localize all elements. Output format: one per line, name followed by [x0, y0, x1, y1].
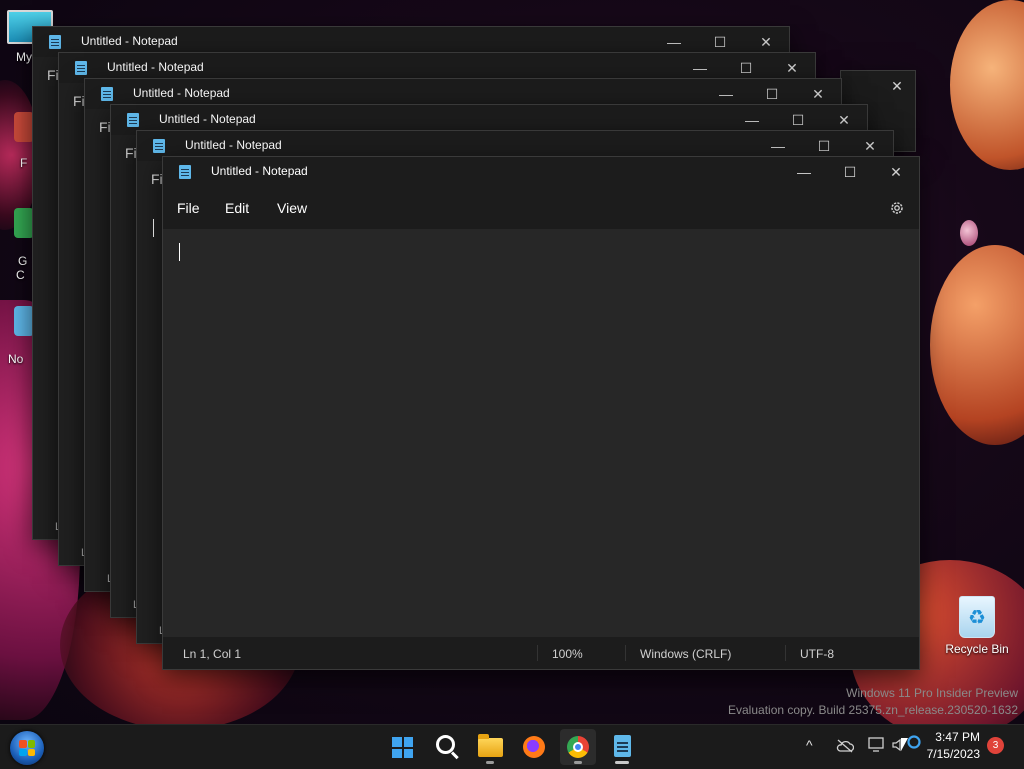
- notepad-window-active[interactable]: Untitled - Notepad — ☐ ✕ File Edit View …: [162, 156, 920, 670]
- desktop-icon-label: G: [18, 254, 28, 268]
- wallpaper-shape: [950, 0, 1024, 170]
- start-button[interactable]: [384, 729, 420, 765]
- desktop-icon-partial[interactable]: [14, 112, 34, 142]
- desktop-icon-label: F: [20, 156, 28, 170]
- gear-icon[interactable]: [889, 200, 905, 216]
- status-bar: Ln 1, Col 1 100% Windows (CRLF) UTF-8: [163, 637, 919, 669]
- status-divider: [537, 645, 538, 661]
- file-explorer-button[interactable]: [472, 729, 508, 765]
- menu-file[interactable]: Fi: [47, 67, 59, 83]
- search-icon: [436, 735, 455, 754]
- menu-edit[interactable]: Edit: [225, 200, 249, 216]
- text-editor[interactable]: [163, 229, 919, 637]
- running-indicator: [574, 761, 582, 764]
- start-orb-icon[interactable]: [10, 731, 44, 765]
- desktop-icon-partial[interactable]: [14, 208, 34, 238]
- window-title: Untitled - Notepad: [107, 60, 204, 74]
- menu-file[interactable]: File: [177, 200, 200, 216]
- status-divider: [785, 645, 786, 661]
- firefox-button[interactable]: [516, 729, 552, 765]
- watermark-line: Evaluation copy. Build 25375.zn_release.…: [728, 703, 1018, 717]
- taskbar: ^ 3:47 PM 7/15/2023 3: [0, 724, 1024, 769]
- network-icon[interactable]: [868, 737, 886, 753]
- clock-date: 7/15/2023: [926, 747, 980, 761]
- desktop-icon-label: Recycle Bin: [945, 642, 1009, 656]
- copilot-ring-icon[interactable]: [906, 734, 922, 750]
- text-caret: [153, 219, 154, 237]
- notepad-icon: [101, 87, 113, 101]
- encoding: UTF-8: [800, 647, 834, 661]
- status-divider: [625, 645, 626, 661]
- menu-bar: File Edit View: [163, 187, 919, 229]
- zoom-level: 100%: [552, 647, 583, 661]
- wallpaper-shape: [930, 245, 1024, 445]
- notepad-taskbar-button[interactable]: [604, 729, 640, 765]
- notepad-icon: [127, 113, 139, 127]
- window-title: Untitled - Notepad: [159, 112, 256, 126]
- desktop-icon-label: No: [8, 352, 24, 366]
- notepad-icon: [153, 139, 165, 153]
- window-title: Untitled - Notepad: [211, 164, 308, 178]
- notepad-icon: [49, 35, 61, 49]
- cursor-position: Ln 1, Col 1: [183, 647, 242, 661]
- minimize-icon[interactable]: —: [781, 159, 827, 185]
- chrome-icon: [567, 736, 589, 758]
- menu-file[interactable]: Fi: [151, 171, 163, 187]
- clock-time: 3:47 PM: [935, 730, 980, 744]
- windows-flag-icon: [19, 740, 35, 756]
- close-icon[interactable]: ✕: [873, 159, 919, 185]
- desktop-icon-recycle-bin[interactable]: Recycle Bin: [940, 596, 1014, 656]
- mouse-cursor-icon: [901, 738, 908, 751]
- title-bar[interactable]: Untitled - Notepad — ☐ ✕: [163, 157, 919, 187]
- folder-icon: [478, 734, 503, 757]
- notepad-icon: [179, 165, 191, 179]
- line-ending: Windows (CRLF): [640, 647, 732, 661]
- running-indicator: [486, 761, 494, 764]
- close-icon[interactable]: ✕: [879, 73, 915, 99]
- window-title: Untitled - Notepad: [81, 34, 178, 48]
- running-indicator: [615, 761, 629, 764]
- text-caret: [179, 243, 180, 261]
- chevron-up-icon[interactable]: ^: [806, 737, 813, 753]
- system-clock[interactable]: 3:47 PM 7/15/2023: [927, 729, 980, 763]
- maximize-icon[interactable]: ☐: [827, 159, 873, 185]
- notepad-icon: [614, 735, 631, 757]
- chrome-button[interactable]: [560, 729, 596, 765]
- window-title: Untitled - Notepad: [185, 138, 282, 152]
- watermark-line: Windows 11 Pro Insider Preview: [846, 686, 1018, 700]
- notification-badge[interactable]: 3: [987, 737, 1004, 754]
- recycle-bin-icon: [959, 596, 995, 638]
- notepad-icon: [75, 61, 87, 75]
- windows-logo-icon: [392, 737, 413, 758]
- desktop-icon-label: C: [16, 268, 25, 282]
- firefox-icon: [523, 736, 545, 758]
- search-button[interactable]: [428, 729, 464, 765]
- window-title: Untitled - Notepad: [133, 86, 230, 100]
- onedrive-offline-icon[interactable]: [836, 739, 854, 753]
- wallpaper-shape: [960, 220, 978, 246]
- desktop-icon-partial[interactable]: [14, 306, 34, 336]
- evaluation-watermark: Windows 11 Pro Insider Preview Evaluatio…: [728, 685, 1018, 719]
- menu-view[interactable]: View: [277, 200, 307, 216]
